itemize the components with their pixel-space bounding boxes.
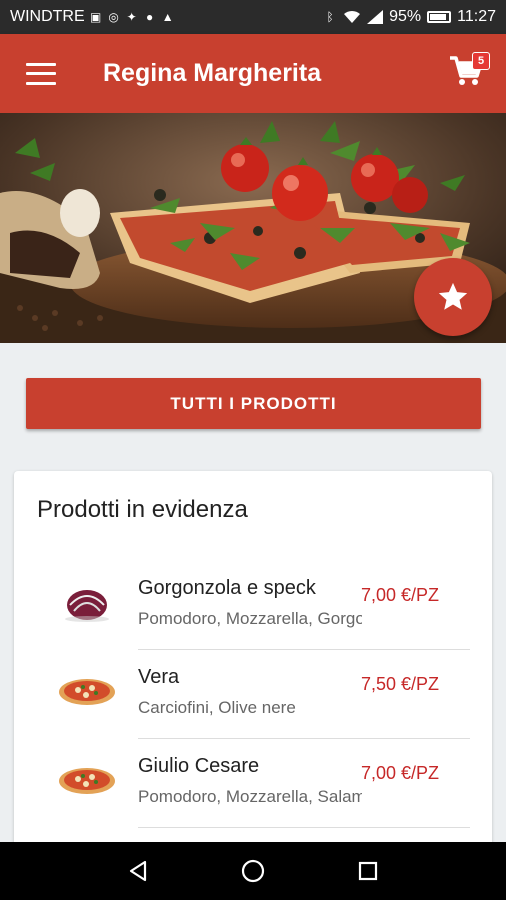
battery-icon: [427, 11, 452, 23]
featured-title: Prodotti in evidenza: [37, 496, 248, 523]
carrier-label: WINDTRE: [10, 8, 85, 25]
star-icon: [438, 282, 468, 310]
product-name: Giulio Cesare: [138, 755, 260, 777]
signal-icon: [367, 10, 384, 24]
cart-button[interactable]: 5: [448, 52, 490, 92]
featured-products-card: Prodotti in evidenza Gorgonzola e speck …: [14, 471, 492, 851]
bluetooth-icon: ᛒ: [326, 9, 334, 24]
page-title: Regina Margherita: [103, 59, 322, 87]
product-price: 7,00 €/PZ: [361, 585, 440, 605]
back-button[interactable]: [118, 851, 158, 891]
favorite-button[interactable]: [414, 258, 492, 336]
radicchio-image: [65, 590, 109, 622]
product-price: 7,00 €/PZ: [361, 763, 440, 783]
home-button[interactable]: [233, 851, 273, 891]
wifi-icon: [344, 10, 361, 23]
home-icon: [241, 859, 265, 883]
product-item[interactable]: Gorgonzola e speck Pomodoro, Mozzarella,…: [14, 561, 492, 650]
product-name: Gorgonzola e speck: [138, 577, 316, 599]
drive-icon: ▲: [161, 9, 174, 24]
product-item[interactable]: Giulio Cesare Pomodoro, Mozzarella, Sala…: [14, 739, 492, 828]
back-icon: [129, 860, 146, 882]
navigation-bar: [0, 842, 506, 900]
battery-percent: 95%: [389, 8, 422, 25]
recents-icon: [359, 861, 378, 881]
product-price: 7,50 €/PZ: [361, 674, 440, 694]
menu-button[interactable]: [26, 62, 56, 85]
app-bar: Regina Margherita 5: [0, 34, 506, 113]
hamburger-icon: [26, 62, 56, 66]
clock: 11:27: [457, 8, 496, 25]
recents-button[interactable]: [348, 851, 388, 891]
facebook-icon: ●: [146, 9, 154, 24]
status-bar: WINDTRE ▣ ◎ ✦ ● ▲ ᛒ 95% 11:27: [0, 0, 506, 34]
message-icon: ▣: [89, 9, 102, 24]
product-description: Pomodoro, Mozzarella, Salame: [138, 787, 362, 806]
all-products-button[interactable]: TUTTI I PRODOTTI: [26, 378, 481, 429]
product-item[interactable]: Vera Carciofini, Olive nere 7,50 €/PZ: [14, 650, 492, 739]
product-name: Vera: [138, 666, 180, 688]
instagram-icon: ◎: [108, 9, 119, 24]
product-description: Carciofini, Olive nere: [138, 698, 296, 717]
twitter-icon: ✦: [126, 9, 137, 24]
pizza-image: [59, 679, 115, 705]
product-description: Pomodoro, Mozzarella, Gorgonzola, Speck: [138, 609, 362, 628]
pizza-image: [59, 768, 115, 794]
divider: [138, 827, 470, 828]
cart-count-badge: 5: [472, 52, 490, 70]
